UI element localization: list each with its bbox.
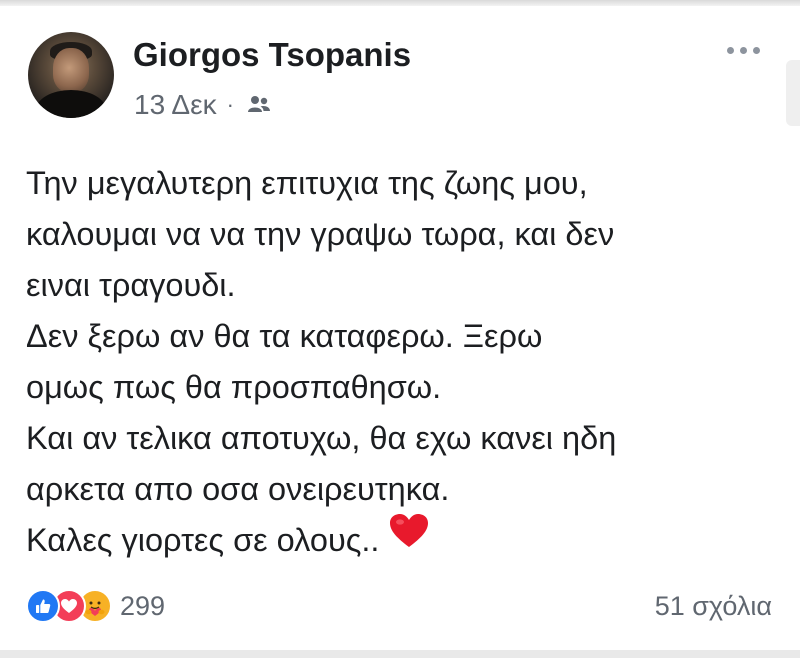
more-options-button[interactable] [718,30,768,70]
post-date[interactable]: 13 Δεκ [134,89,217,121]
adjacent-panel-edge [786,60,800,126]
friends-icon[interactable] [246,92,272,118]
post-body-line: καλουμαι να να την γραψω τωρα, και δεν [26,216,615,252]
avatar-face [53,48,89,92]
facebook-post: Giorgos Tsopanis 13 Δεκ · Την μεγαλυτερη… [0,0,800,658]
bottom-divider [0,650,800,658]
post-body-line: ειναι τραγουδι. [26,267,236,303]
post-body: Την μεγαλυτερη επιτυχια της ζωης μου, κα… [26,158,796,568]
post-meta: 13 Δεκ · [134,88,272,122]
more-dot [726,46,734,54]
avatar-shoulders [36,90,106,118]
red-heart-icon [389,513,429,564]
like-icon [26,589,60,623]
more-dot [739,46,747,54]
top-divider [0,0,800,6]
author-name[interactable]: Giorgos Tsopanis [133,36,411,74]
post-body-line: Δεν ξερω αν θα τα καταφερω. Ξερω [26,318,543,354]
post-body-line: ομως πως θα προσπαθησω. [26,369,442,405]
post-body-line: αρκετα απο οσα ονειρευτηκα. [26,471,450,507]
post-body-line: Την μεγαλυτερη επιτυχια της ζωης μου, [26,165,588,201]
post-body-line: Καλες γιορτες σε ολους.. [26,522,380,558]
post-body-last-line: Καλες γιορτες σε ολους.. [26,513,796,568]
meta-separator: · [226,92,234,117]
post-body-line: Και αν τελικα αποτυχω, θα εχω κανει ηδη [26,420,617,456]
more-dot [752,46,760,54]
reaction-count: 299 [120,590,166,621]
author-avatar[interactable] [28,32,114,118]
comments-count-link[interactable]: 51 σχόλια [655,588,772,624]
reactions-summary[interactable]: 299 [26,588,165,624]
